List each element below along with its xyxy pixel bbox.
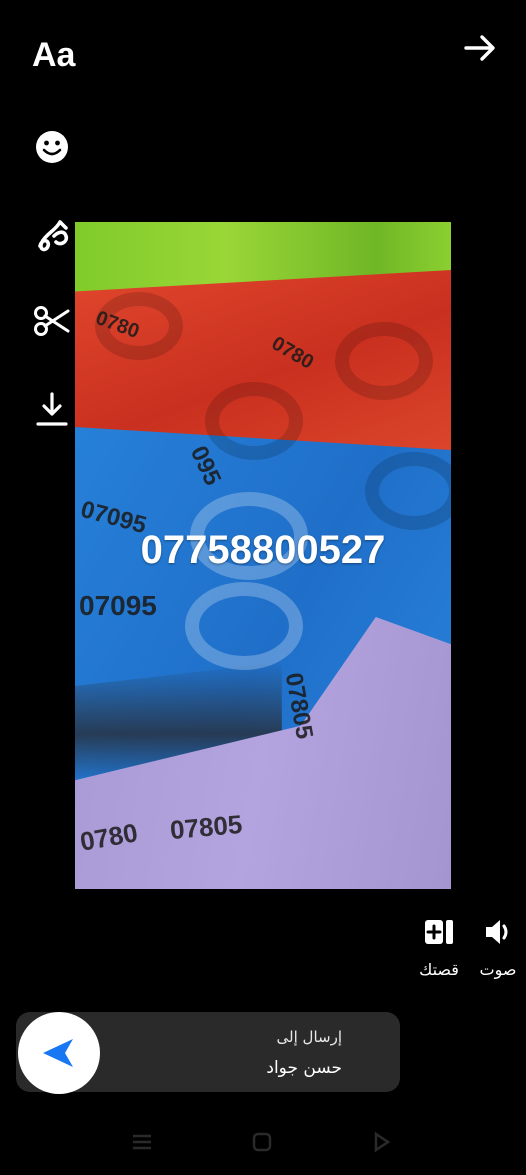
your-story-button[interactable]: قصتك [412,916,466,979]
recent-apps-icon[interactable] [130,1130,154,1158]
overlay-phone-text[interactable]: 07758800527 [75,528,451,573]
trim-button[interactable] [30,299,74,343]
send-button[interactable] [18,1012,100,1094]
ring [185,582,303,670]
ring [205,382,303,460]
system-nav-bar [0,1126,526,1160]
speaker-icon [486,920,508,944]
text-tool-button[interactable]: Aa [32,36,75,75]
ring-label: 07095 [79,590,157,621]
squiggle-icon [38,220,69,252]
next-button[interactable] [462,30,498,70]
ring [335,322,433,400]
download-button[interactable] [30,386,74,430]
sound-label: صوت [479,960,517,979]
scissors-icon [34,306,70,336]
arrow-right-icon [464,35,495,61]
ring-label: 07805 [168,808,244,846]
back-icon[interactable] [370,1130,394,1158]
sound-button[interactable]: صوت [470,916,526,979]
emoji-icon [36,131,68,163]
send-to-label: إرسال إلى [276,1028,342,1046]
recipient-name: حسن جواد [266,1058,342,1078]
download-icon [36,392,68,426]
your-story-label: قصتك [419,960,459,979]
send-arrow-icon [43,1039,73,1067]
draw-button[interactable] [30,214,74,258]
home-icon[interactable] [250,1130,274,1158]
sticker-button[interactable] [30,125,74,169]
add-story-icon [425,920,453,944]
story-photo: 07095 095 0780 07805 0780 0780 07805 070… [75,222,451,889]
